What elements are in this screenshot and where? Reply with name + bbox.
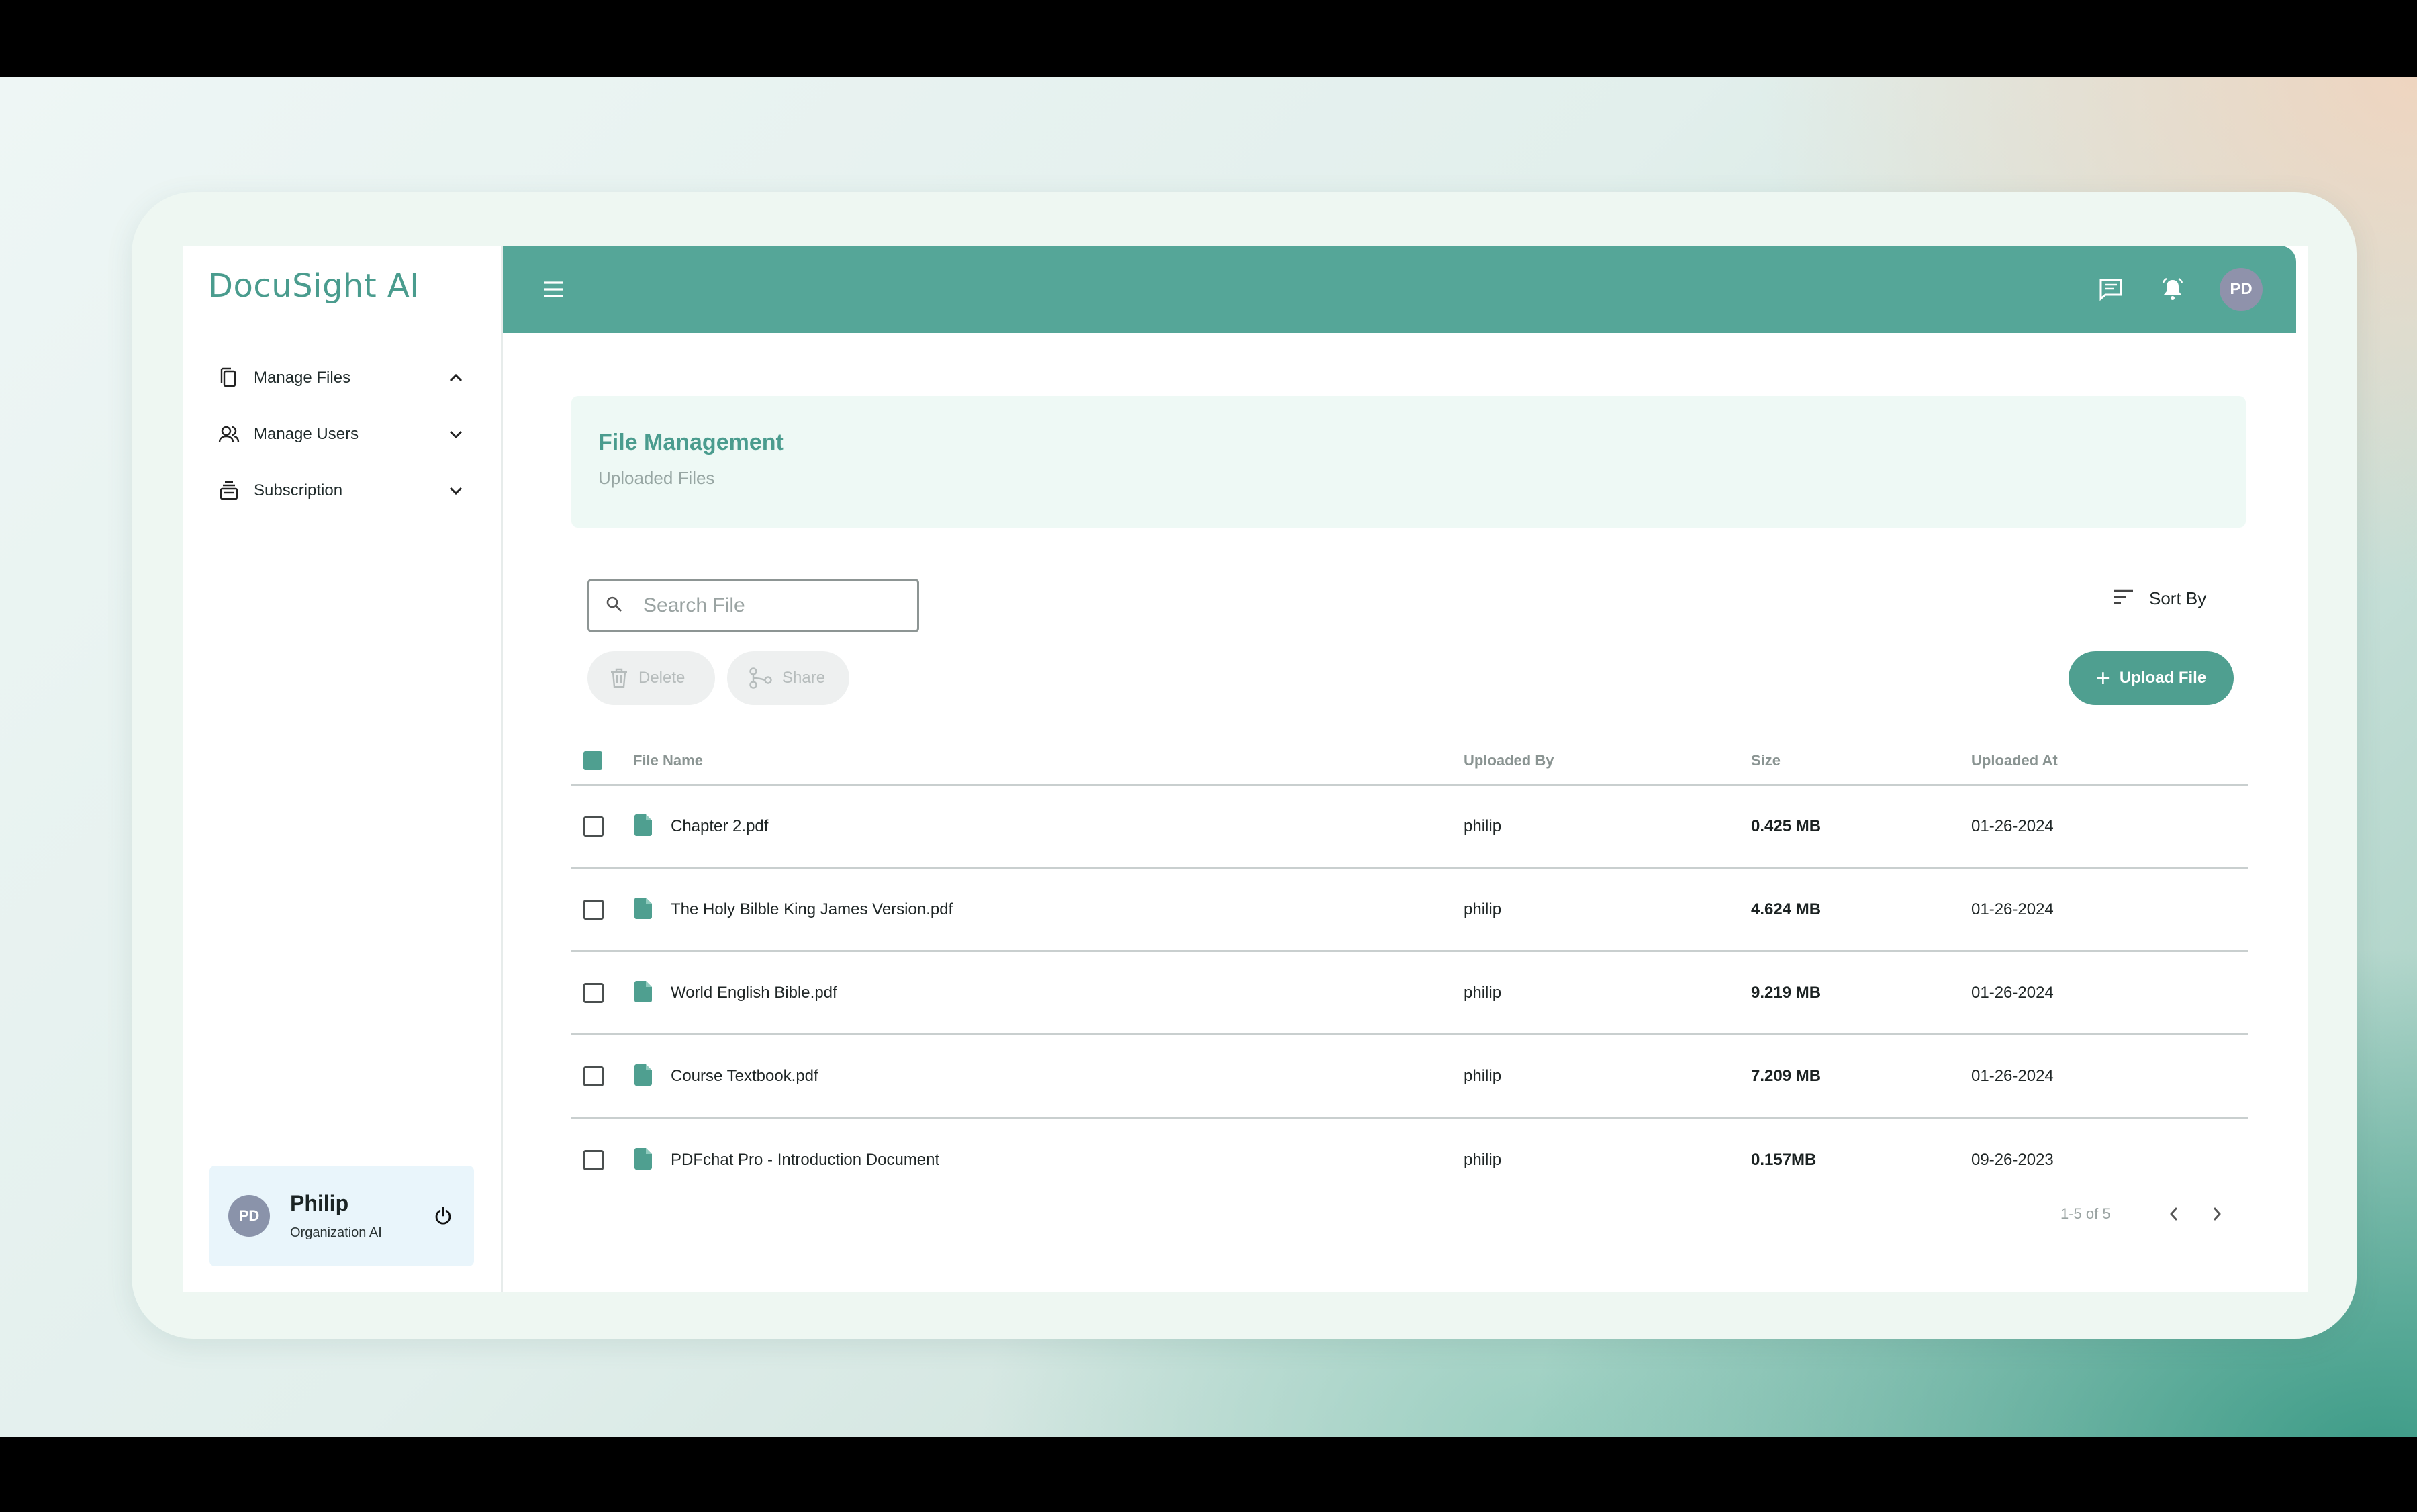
user-name: Philip [290,1191,349,1215]
trash-icon [609,667,629,689]
uploaded-at: 01-26-2024 [1971,1066,2054,1085]
subscription-icon [218,479,240,502]
sidebar-item-label: Subscription [254,481,343,500]
uploaded-at: 01-26-2024 [1971,983,2054,1002]
file-name[interactable]: PDFchat Pro - Introduction Document [671,1151,939,1170]
app-logo: DocuSight AI [208,267,420,305]
file-size: 0.157MB [1751,1151,1817,1169]
column-header-uploaded-at[interactable]: Uploaded At [1971,752,2248,769]
share-button[interactable]: Share [727,651,849,705]
sidebar: DocuSight AI Manage Files Manage Users S… [183,246,503,1292]
chat-icon[interactable] [2096,275,2126,304]
row-checkbox[interactable] [583,982,604,1003]
file-name[interactable]: The Holy Bilble King James Version.pdf [671,900,953,919]
file-size: 4.624 MB [1751,900,1821,918]
power-icon[interactable] [431,1204,455,1228]
sort-button[interactable]: Sort By [2113,588,2206,609]
sidebar-item-manage-users[interactable]: Manage Users [218,415,466,454]
main-content: PD File Management Uploaded Files Sort B… [503,246,2308,1292]
bell-icon[interactable] [2158,275,2187,304]
chevron-left-icon[interactable] [2162,1202,2186,1226]
page-header: File Management Uploaded Files [571,396,2246,528]
files-table: File Name Uploaded By Size Uploaded At C… [571,737,2248,1202]
file-icon [633,980,656,1006]
user-card: PD Philip Organization AI [209,1166,474,1266]
page-title: File Management [598,430,784,455]
select-all-checkbox[interactable] [583,751,602,770]
row-checkbox[interactable] [583,816,604,837]
column-header-file-name[interactable]: File Name [633,752,1464,769]
uploaded-at: 01-26-2024 [1971,816,2054,835]
delete-button[interactable]: Delete [587,651,715,705]
sidebar-item-subscription[interactable]: Subscription [218,471,466,510]
table-row[interactable]: Course Textbook.pdf philip 7.209 MB 01-2… [571,1035,2248,1119]
file-size: 0.425 MB [1751,816,1821,835]
table-header: File Name Uploaded By Size Uploaded At [571,737,2248,786]
uploaded-by: philip [1464,816,1502,835]
row-checkbox[interactable] [583,1066,604,1086]
upload-label: Upload File [2119,669,2207,687]
chevron-down-icon[interactable] [446,424,466,444]
chevron-right-icon[interactable] [2205,1202,2229,1226]
uploaded-by: philip [1464,983,1502,1002]
delete-label: Delete [638,669,685,687]
top-bar: PD [503,246,2296,333]
sidebar-nav: Manage Files Manage Users Subscription [218,359,466,528]
uploaded-at: 09-26-2023 [1971,1151,2054,1169]
user-avatar[interactable]: PD [2220,268,2263,311]
share-label: Share [782,669,826,687]
file-icon [633,1064,656,1089]
table-row[interactable]: The Holy Bilble King James Version.pdf p… [571,869,2248,952]
chevron-down-icon[interactable] [446,481,466,501]
row-checkbox[interactable] [583,1150,604,1170]
pagination-range: 1-5 of 5 [2060,1205,2111,1222]
table-row[interactable]: PDFchat Pro - Introduction Document phil… [571,1119,2248,1202]
chevron-up-icon[interactable] [446,368,466,388]
menu-icon[interactable] [540,276,567,303]
search-input[interactable] [643,594,885,617]
avatar: PD [228,1195,270,1237]
sort-icon [2113,589,2134,608]
page-subtitle: Uploaded Files [598,468,715,488]
sidebar-item-label: Manage Users [254,425,359,443]
uploaded-at: 01-26-2024 [1971,900,2054,918]
file-name[interactable]: Chapter 2.pdf [671,817,768,836]
share-icon [749,667,773,690]
file-name[interactable]: World English Bible.pdf [671,984,837,1002]
file-icon [633,814,656,839]
app-window: DocuSight AI Manage Files Manage Users S… [183,246,2308,1292]
file-icon [633,1147,656,1173]
users-icon [218,423,240,446]
user-info: Philip Organization AI [290,1191,431,1241]
row-checkbox[interactable] [583,899,604,920]
table-row[interactable]: World English Bible.pdf philip 9.219 MB … [571,952,2248,1035]
file-name[interactable]: Course Textbook.pdf [671,1067,818,1086]
sidebar-item-label: Manage Files [254,369,351,387]
search-icon [606,596,623,616]
files-icon [218,367,240,389]
column-header-size[interactable]: Size [1751,752,1971,769]
plus-icon: + [2095,664,2110,692]
uploaded-by: philip [1464,1066,1502,1085]
file-size: 7.209 MB [1751,1066,1821,1085]
pagination: 1-5 of 5 [2060,1202,2229,1226]
uploaded-by: philip [1464,900,1502,918]
table-row[interactable]: Chapter 2.pdf philip 0.425 MB 01-26-2024 [571,786,2248,869]
sort-label: Sort By [2149,588,2207,608]
uploaded-by: philip [1464,1151,1502,1169]
upload-file-button[interactable]: + Upload File [2069,651,2234,705]
top-bar-actions: PD [2096,268,2263,311]
search-field[interactable] [587,579,919,632]
file-size: 9.219 MB [1751,983,1821,1002]
column-header-uploaded-by[interactable]: Uploaded By [1464,752,1751,769]
user-organization: Organization AI [290,1225,382,1240]
file-icon [633,897,656,923]
sidebar-item-manage-files[interactable]: Manage Files [218,359,466,397]
